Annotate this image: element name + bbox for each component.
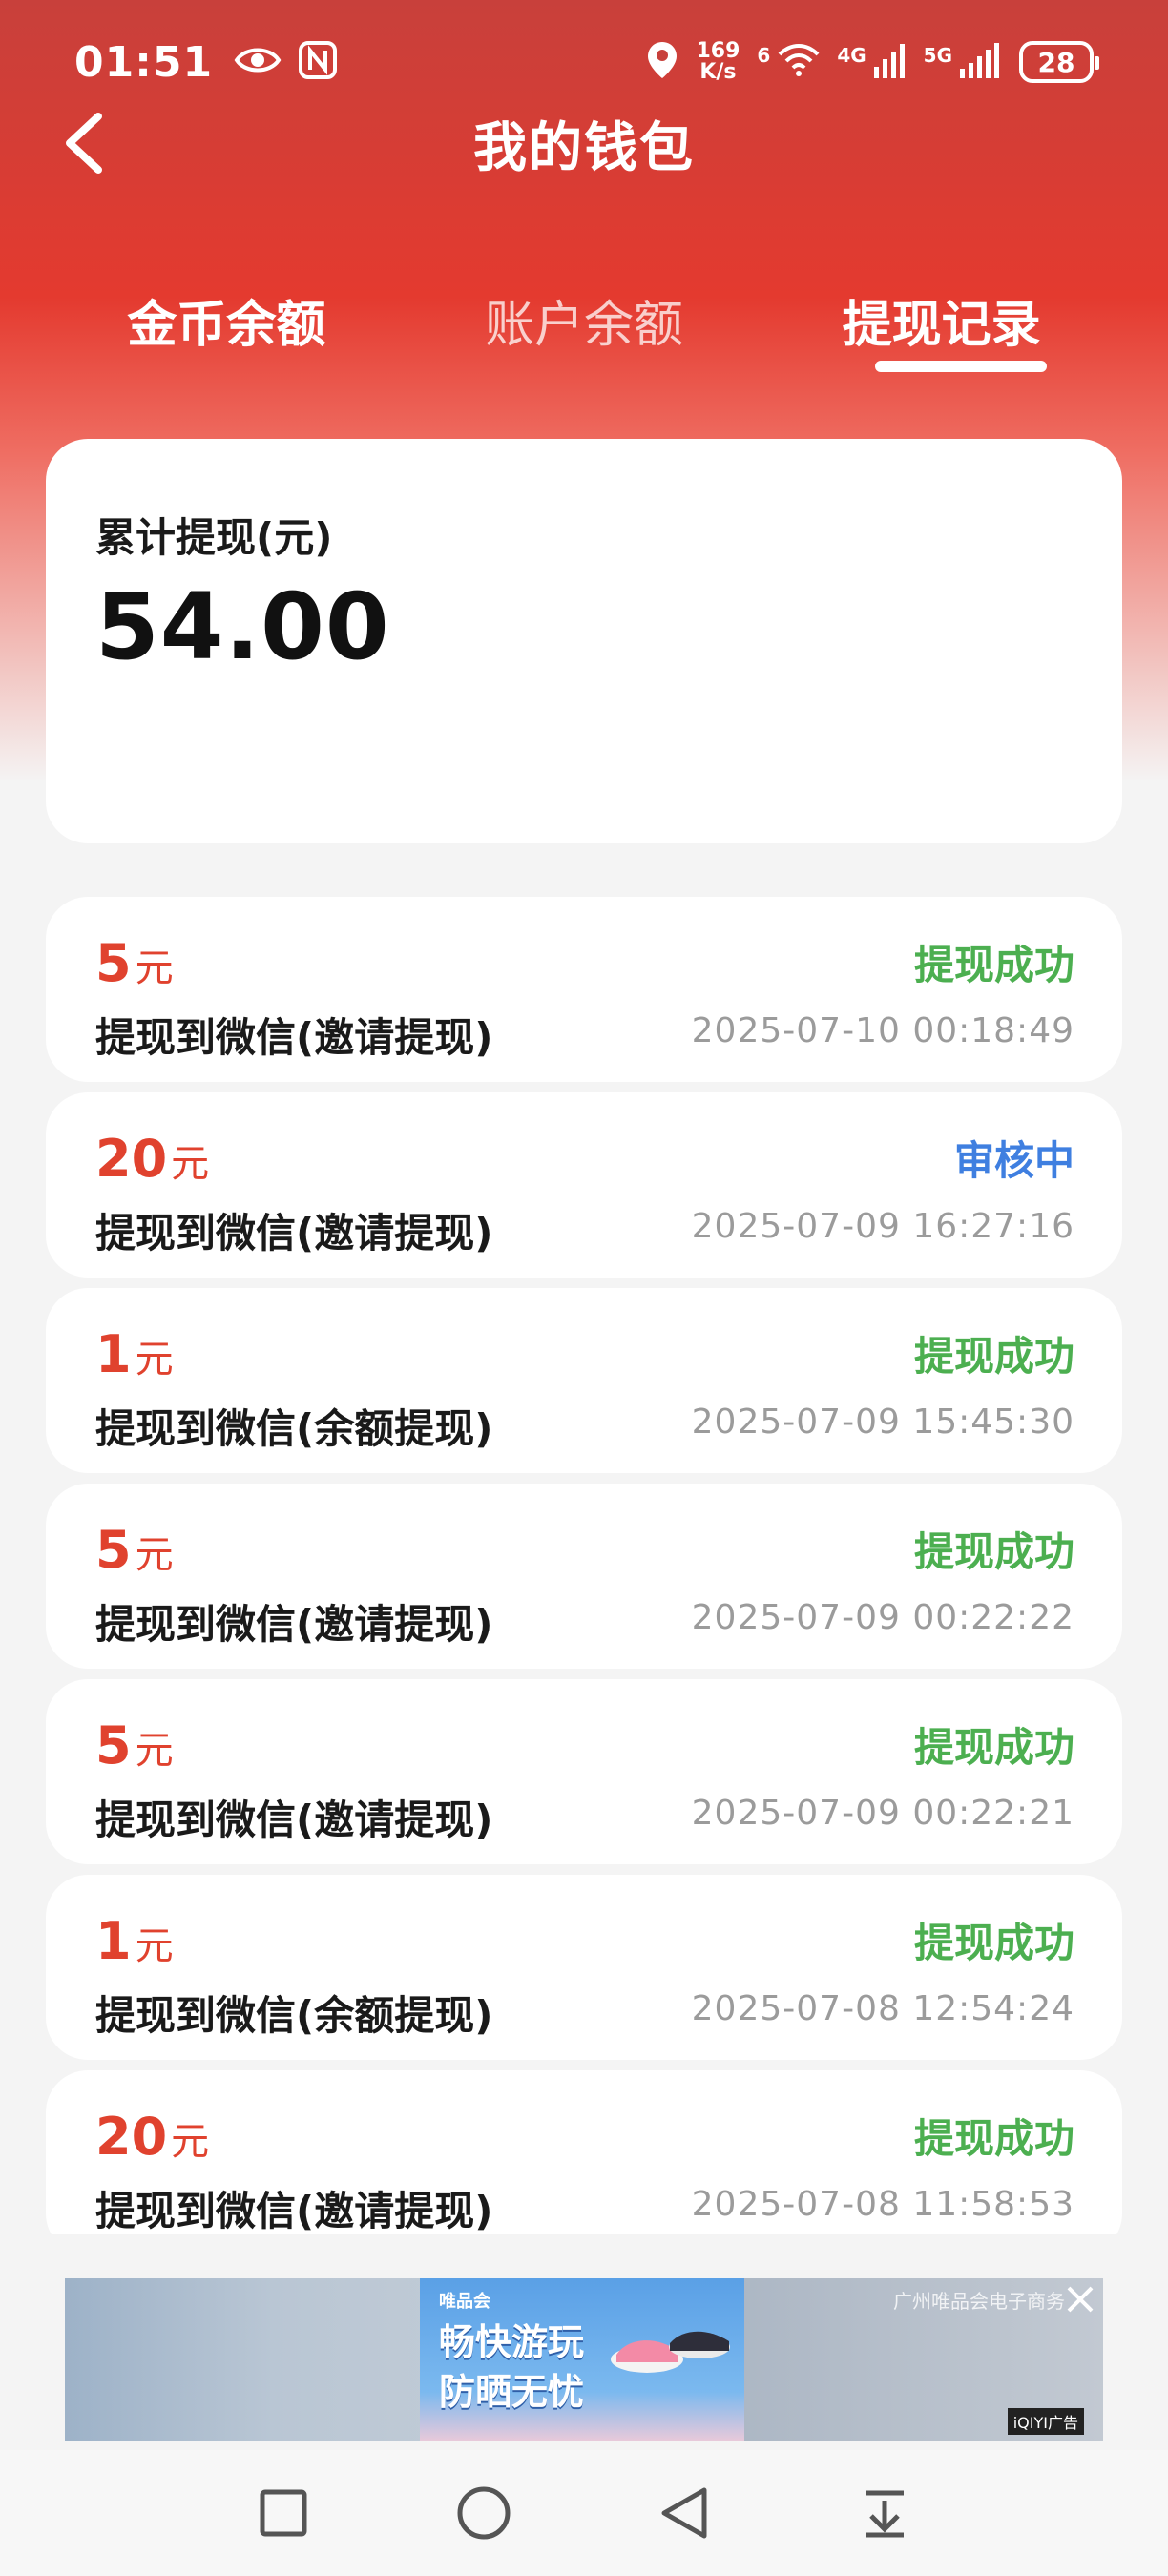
ad-brand: 唯品会 bbox=[439, 2292, 490, 2312]
record-description: 提现到微信(余额提现) bbox=[95, 1992, 493, 2039]
record-amount: 20 元 bbox=[95, 2107, 210, 2167]
tab-label: 提现记录 bbox=[842, 297, 1041, 354]
battery-indicator: 28 bbox=[1019, 41, 1099, 83]
record-amount: 1元 bbox=[95, 1911, 174, 1971]
signal-icon bbox=[960, 42, 1002, 82]
record-amount: 5元 bbox=[95, 1520, 174, 1580]
record-status: 提现成功 bbox=[913, 1528, 1074, 1575]
summary-value: 54.00 bbox=[95, 573, 390, 680]
record-time: 2025-07-09 00:22:21 bbox=[691, 1794, 1074, 1833]
eye-icon bbox=[234, 44, 282, 80]
notification-pull-button[interactable] bbox=[851, 2480, 918, 2546]
pull-down-icon bbox=[866, 2490, 904, 2538]
home-button[interactable] bbox=[450, 2480, 517, 2546]
square-icon bbox=[260, 2489, 307, 2537]
ad-slogan-line2: 防晒无忧 bbox=[439, 2371, 585, 2413]
nfc-icon bbox=[299, 41, 338, 83]
record-status: 提现成功 bbox=[913, 2115, 1074, 2162]
record-status: 提现成功 bbox=[913, 1724, 1074, 1771]
ad-close-button[interactable] bbox=[1063, 2282, 1097, 2316]
network-4g-label: 4G bbox=[837, 44, 866, 67]
record-description: 提现到微信(邀请提现) bbox=[95, 1210, 493, 1257]
record-item[interactable]: 5元 提现到微信(邀请提现) 提现成功 2025-07-09 00:22:22 bbox=[46, 1484, 1122, 1669]
tab-bar: 金币余额 账户余额 提现记录 bbox=[0, 267, 1168, 382]
record-amount: 20 元 bbox=[95, 1129, 210, 1189]
summary-label: 累计提现(元) bbox=[95, 514, 333, 561]
record-amount: 5元 bbox=[95, 1715, 174, 1776]
recent-apps-button[interactable] bbox=[250, 2480, 317, 2546]
signal-icon bbox=[873, 42, 907, 82]
shoe-image bbox=[611, 2331, 730, 2373]
record-item[interactable]: 20 元 提现到微信(邀请提现) 审核中 2025-07-09 16:27:16 bbox=[46, 1092, 1122, 1278]
record-item[interactable]: 5元 提现到微信(邀请提现) 提现成功 2025-07-10 00:18:49 bbox=[46, 897, 1122, 1082]
wifi-icon bbox=[778, 43, 820, 81]
network-5g-label: 5G bbox=[923, 44, 952, 67]
record-time: 2025-07-09 00:22:22 bbox=[691, 1598, 1074, 1637]
record-description: 提现到微信(邀请提现) bbox=[95, 1601, 493, 1648]
record-time: 2025-07-08 11:58:53 bbox=[691, 2185, 1074, 2224]
record-description: 提现到微信(邀请提现) bbox=[95, 1797, 493, 1843]
record-time: 2025-07-09 16:27:16 bbox=[691, 1207, 1074, 1246]
ad-banner[interactable]: 唯品会 畅快游玩 防晒无忧 广州唯品会电子商务 iQIYI广告 bbox=[65, 2278, 1103, 2441]
record-item[interactable]: 5元 提现到微信(邀请提现) 提现成功 2025-07-09 00:22:21 bbox=[46, 1679, 1122, 1864]
record-description: 提现到微信(余额提现) bbox=[95, 1405, 493, 1452]
record-amount: 5元 bbox=[95, 933, 174, 993]
record-time: 2025-07-09 15:45:30 bbox=[691, 1402, 1074, 1442]
ad-badge: iQIYI广告 bbox=[1007, 2408, 1084, 2435]
record-list[interactable]: 5元 提现到微信(邀请提现) 提现成功 2025-07-10 00:18:49 … bbox=[46, 897, 1122, 2234]
record-item[interactable]: 1元 提现到微信(余额提现) 提现成功 2025-07-09 15:45:30 bbox=[46, 1288, 1122, 1473]
record-status: 审核中 bbox=[953, 1137, 1074, 1184]
record-amount: 1元 bbox=[95, 1324, 174, 1384]
triangle-back-icon bbox=[661, 2487, 707, 2539]
record-description: 提现到微信(邀请提现) bbox=[95, 2188, 493, 2234]
close-icon bbox=[1067, 2286, 1094, 2313]
tab-coin-balance[interactable]: 金币余额 bbox=[83, 267, 369, 382]
tab-withdraw-records[interactable]: 提现记录 bbox=[799, 267, 1085, 382]
record-description: 提现到微信(邀请提现) bbox=[95, 1014, 493, 1061]
tab-account-balance[interactable]: 账户余额 bbox=[441, 267, 727, 382]
back-button[interactable] bbox=[53, 113, 115, 174]
page-title: 我的钱包 bbox=[473, 116, 695, 179]
record-status: 提现成功 bbox=[913, 942, 1074, 988]
title-bar: 我的钱包 bbox=[0, 95, 1168, 191]
tab-label: 账户余额 bbox=[484, 297, 683, 354]
chevron-left-icon bbox=[66, 113, 102, 174]
record-time: 2025-07-10 00:18:49 bbox=[691, 1011, 1074, 1050]
record-time: 2025-07-08 12:54:24 bbox=[691, 1989, 1074, 2028]
record-item[interactable]: 1元 提现到微信(余额提现) 提现成功 2025-07-08 12:54:24 bbox=[46, 1875, 1122, 2060]
summary-card: 累计提现(元) 54.00 bbox=[46, 439, 1122, 843]
back-nav-button[interactable] bbox=[651, 2480, 718, 2546]
system-nav-bar bbox=[0, 2450, 1168, 2576]
ad-creative[interactable]: 唯品会 畅快游玩 防晒无忧 bbox=[420, 2278, 744, 2441]
record-item[interactable]: 20 元 提现到微信(邀请提现) 提现成功 2025-07-08 11:58:53 bbox=[46, 2070, 1122, 2234]
circle-icon bbox=[457, 2486, 511, 2540]
location-icon bbox=[646, 40, 678, 84]
record-status: 提现成功 bbox=[913, 1333, 1074, 1380]
network-speed: 169 K/s bbox=[696, 39, 740, 84]
ad-slogan-line1: 畅快游玩 bbox=[439, 2321, 585, 2363]
tab-label: 金币余额 bbox=[127, 297, 326, 354]
wifi-label: 6 bbox=[757, 44, 771, 67]
status-time: 01:51 bbox=[74, 37, 214, 87]
active-tab-indicator bbox=[874, 361, 1047, 372]
ad-advertiser: 广州唯品会电子商务 bbox=[893, 2290, 1065, 2313]
record-status: 提现成功 bbox=[913, 1920, 1074, 1966]
